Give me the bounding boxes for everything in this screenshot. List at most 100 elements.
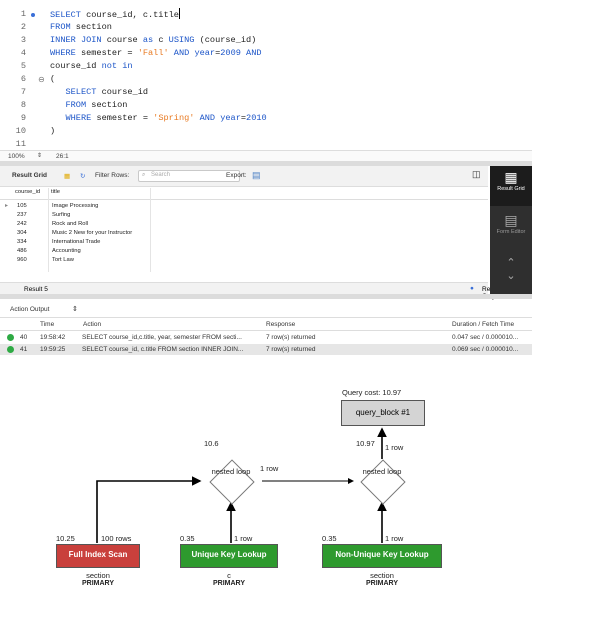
loop1-out-rows: 1 row <box>260 464 279 473</box>
action-duration: 0.069 sec / 0.000010... <box>452 346 519 353</box>
cell-title[interactable]: Tort Law <box>52 257 74 263</box>
code-text: WHERE semester = 'Spring' AND year=2010 <box>65 113 267 123</box>
code-line[interactable]: 1 SELECT course_id, c.title <box>0 8 532 21</box>
header-response: Response <box>266 321 296 328</box>
plan-connectors <box>96 427 387 543</box>
loop2-cost: 10.97 <box>356 439 375 448</box>
cell-course-id[interactable]: 242 <box>17 221 27 227</box>
unique-key-lookup-node[interactable]: Unique Key Lookup <box>180 544 278 568</box>
table-row[interactable]: ▸ 105 Image Processing <box>0 202 488 211</box>
loop2-out-rows: 1 row <box>385 443 404 452</box>
table-row[interactable]: 486 Accounting <box>0 247 488 256</box>
table-row[interactable]: 304 Music 2 New for your Instructor <box>0 229 488 238</box>
code-line[interactable]: 7 SELECT course_id <box>0 86 532 99</box>
row-marker-icon: ▸ <box>5 203 8 209</box>
cell-course-id[interactable]: 237 <box>17 212 27 218</box>
action-number: 40 <box>20 334 28 341</box>
code-text: course_id not in <box>50 61 133 71</box>
unique-rows: 1 row <box>234 534 253 543</box>
export-icon[interactable]: ▤ <box>252 170 261 181</box>
code-line[interactable]: 4 WHERE semester = 'Fall' AND year=2009 A… <box>0 47 532 60</box>
action-duration: 0.047 sec / 0.000010... <box>452 334 519 341</box>
code-text: ( <box>50 74 56 84</box>
code-line[interactable]: 3 INNER JOIN course as c USING (course_id… <box>0 34 532 47</box>
sql-editor[interactable]: 1 SELECT course_id, c.title 2 FROM section 3… <box>0 0 532 150</box>
cell-title[interactable]: Rock and Roll <box>52 221 88 227</box>
result-grid-tab[interactable]: Result Grid <box>12 172 47 179</box>
action-time: 19:58:42 <box>40 334 66 341</box>
cell-course-id[interactable]: 105 <box>17 203 27 209</box>
code-text: SELECT course_id <box>65 87 149 97</box>
cell-title[interactable]: Accounting <box>52 248 81 254</box>
action-response: 7 row(s) returned <box>266 334 316 341</box>
code-line[interactable]: 8 FROM section <box>0 99 532 112</box>
nonunique-cost: 0.35 <box>322 534 337 543</box>
cell-course-id[interactable]: 486 <box>17 248 27 254</box>
line-number: 10 <box>15 126 26 136</box>
loop1-cost: 10.6 <box>204 439 219 448</box>
line-number: 9 <box>20 113 26 123</box>
dropdown-icon[interactable]: ⇕ <box>72 305 78 313</box>
line-number: 3 <box>20 35 26 45</box>
unique-key: PRIMARY <box>212 580 246 587</box>
full-index-scan-node[interactable]: Full Index Scan <box>56 544 140 568</box>
code-line[interactable]: 5 course_id not in <box>0 60 532 73</box>
form-editor-label: Form Editor <box>496 229 526 235</box>
current-statement-icon <box>31 13 35 17</box>
table-row[interactable]: 960 Tort Law <box>0 256 488 265</box>
toggle-panel-icon[interactable]: ◫ <box>472 169 481 180</box>
line-number: 4 <box>20 48 26 58</box>
cell-course-id[interactable]: 334 <box>17 239 27 245</box>
grid-icon[interactable]: ▦ <box>64 172 70 180</box>
result-tab[interactable]: Result 5 <box>24 286 48 293</box>
line-number: 6 <box>20 74 26 84</box>
action-text: SELECT course_id, c.title FROM section I… <box>82 346 244 353</box>
table-row[interactable]: 237 Surfing <box>0 211 488 220</box>
action-output-header: Time Action Response Duration / Fetch Ti… <box>0 319 532 331</box>
query-block-node[interactable]: query_block #1 <box>341 400 425 426</box>
table-row[interactable]: 334 International Trade <box>0 238 488 247</box>
column-header-course-id[interactable]: course_id <box>15 189 40 195</box>
line-number: 2 <box>20 22 26 32</box>
search-input[interactable]: ⌕ Search <box>138 170 240 182</box>
cell-course-id[interactable]: 960 <box>17 257 27 263</box>
zoom-level[interactable]: 100% <box>8 153 25 160</box>
cell-title[interactable]: Surfing <box>52 212 70 218</box>
action-row[interactable]: 41 19:59:25 SELECT course_id, c.title FROM… <box>0 344 532 355</box>
action-text: SELECT course_id,c.title, year, semester… <box>82 334 242 341</box>
action-response: 7 row(s) returned <box>266 346 316 353</box>
export-label: Export: <box>226 172 247 179</box>
code-line[interactable]: 9 WHERE semester = 'Spring' AND year=201… <box>0 112 532 125</box>
table-row[interactable]: 242 Rock and Roll <box>0 220 488 229</box>
code-line[interactable]: 10) <box>0 125 532 138</box>
code-text: WHERE semester = 'Fall' AND year=2009 AN… <box>50 48 262 58</box>
nonunique-table: section <box>370 571 394 580</box>
non-unique-key-lookup-node[interactable]: Non-Unique Key Lookup <box>322 544 442 568</box>
code-text: INNER JOIN course as c USING (course_id) <box>50 35 257 45</box>
header-duration: Duration / Fetch Time <box>452 321 515 328</box>
grid-header: course_id title <box>0 188 488 200</box>
nested-loop-2-label: nested loop <box>362 467 402 476</box>
result-toolbar: Result Grid ▦ ↻ Filter Rows: ⌕ Search Ex… <box>0 166 488 187</box>
result-grid: course_id title ▸ 105 Image Processing 237 S… <box>0 188 488 272</box>
fullscan-key: PRIMARY <box>81 580 115 587</box>
code-text: SELECT course_id, c.title <box>50 8 180 20</box>
cell-title[interactable]: Image Processing <box>52 203 98 209</box>
fullscan-table: section <box>86 571 110 580</box>
cell-title[interactable]: Music 2 New for your Instructor <box>52 230 132 236</box>
action-row[interactable]: 40 19:58:42 SELECT course_id,c.title, year… <box>0 332 532 343</box>
zoom-stepper-icon[interactable]: ⇕ <box>37 152 42 159</box>
code-line[interactable]: 6 ⊖ ( <box>0 73 532 86</box>
action-output-dropdown[interactable]: Action Output <box>10 306 49 313</box>
cell-title[interactable]: International Trade <box>52 239 100 245</box>
refresh-icon[interactable]: ↻ <box>80 172 85 180</box>
code-line[interactable]: 2 FROM section <box>0 21 532 34</box>
collapse-panel-icon[interactable]: ⌃ ⌄ <box>490 256 532 282</box>
filter-rows-label: Filter Rows: <box>95 172 130 179</box>
splitter[interactable] <box>0 294 532 299</box>
result-grid-view-button[interactable]: ▦ Result Grid <box>490 166 532 206</box>
form-editor-button[interactable]: ▤ Form Editor <box>490 212 532 250</box>
fold-icon[interactable]: ⊖ <box>38 73 45 86</box>
column-header-title[interactable]: title <box>51 189 60 195</box>
cell-course-id[interactable]: 304 <box>17 230 27 236</box>
